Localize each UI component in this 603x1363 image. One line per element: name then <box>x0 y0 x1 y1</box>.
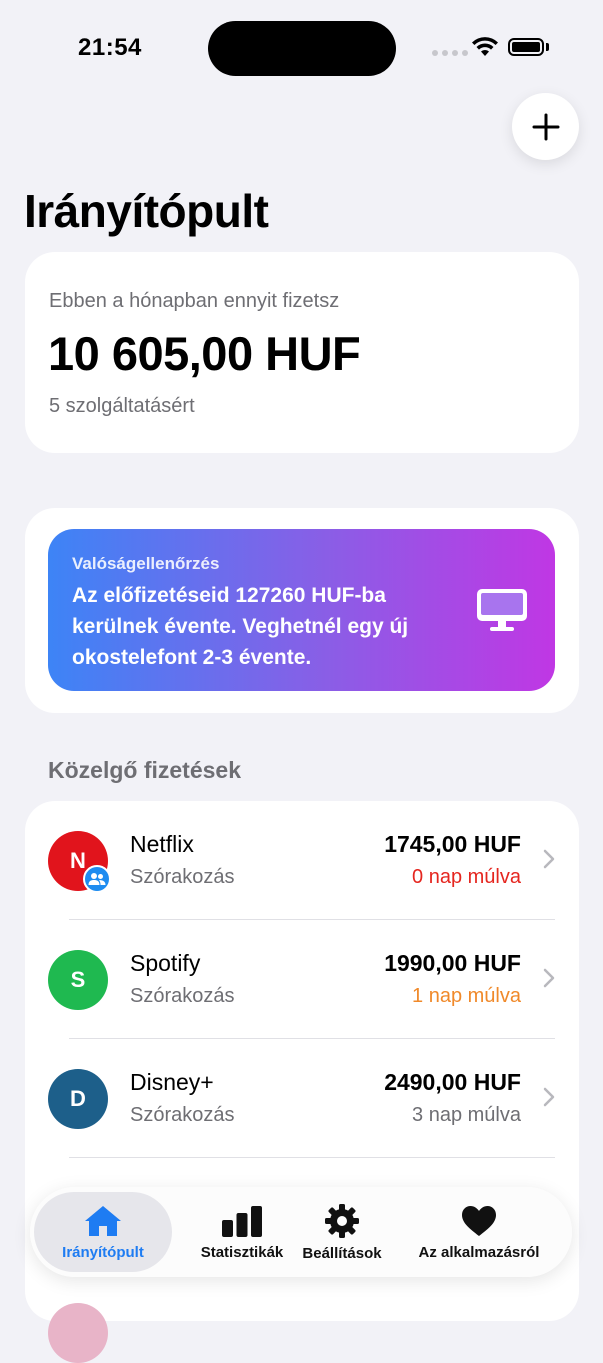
service-price: 1990,00 HUF <box>384 950 521 976</box>
list-item-spotify[interactable]: S Spotify Szórakozás 1990,00 HUF 1 nap m… <box>25 920 579 1039</box>
list-item-netflix[interactable]: N Netflix Szórakozás 1745,00 HUF 0 nap m… <box>25 801 579 920</box>
add-subscription-button[interactable] <box>512 93 579 160</box>
list-item-disney[interactable]: D Disney+ Szórakozás 2490,00 HUF 3 nap m… <box>25 1039 579 1158</box>
service-category: Szórakozás <box>130 985 235 1007</box>
tab-label: Statisztikák <box>200 1243 284 1261</box>
service-due: 1 nap múlva <box>412 985 521 1007</box>
battery-cap <box>546 43 549 51</box>
house-icon <box>85 1205 121 1236</box>
service-price: 1745,00 HUF <box>384 831 521 857</box>
tab-about[interactable]: Az alkalmazásról <box>412 1187 546 1277</box>
chevron-right-icon <box>543 849 555 869</box>
avatar: D <box>48 1069 108 1129</box>
heart-icon <box>462 1205 496 1236</box>
chevron-right-icon <box>543 1087 555 1107</box>
bar-chart-icon <box>222 1205 262 1237</box>
gear-icon <box>325 1203 359 1238</box>
service-due: 3 nap múlva <box>412 1104 521 1126</box>
tab-bar: Irányítópult Statisztikák Beállítások Az… <box>30 1187 572 1277</box>
service-name: Spotify <box>130 950 201 976</box>
wifi-icon <box>472 37 498 56</box>
dynamic-island <box>208 21 396 76</box>
tab-label: Az alkalmazásról <box>418 1243 540 1261</box>
monitor-icon <box>477 589 527 631</box>
service-category: Szórakozás <box>130 866 235 888</box>
tab-dashboard[interactable]: Irányítópult <box>34 1187 172 1277</box>
upcoming-payments-title: Közelgő fizetések <box>48 757 241 783</box>
tab-statistics[interactable]: Statisztikák <box>176 1187 308 1277</box>
signal-icon <box>432 50 468 56</box>
avatar <box>48 1303 108 1363</box>
plus-icon <box>532 113 559 140</box>
divider <box>69 1157 555 1158</box>
summary-count: 5 szolgáltatásért <box>49 395 195 417</box>
reality-check-card: Valóságellenőrzés Az előfizetéseid 12726… <box>25 508 579 713</box>
service-name: Netflix <box>130 831 194 857</box>
reality-check-text: Az előfizetéseid 127260 HUF-ba kerülnek … <box>72 584 409 669</box>
chevron-right-icon <box>543 968 555 988</box>
summary-label: Ebben a hónapban ennyit fizetsz <box>49 290 340 312</box>
tab-label: Irányítópult <box>62 1243 144 1261</box>
tab-settings[interactable]: Beállítások <box>296 1187 388 1277</box>
service-price: 2490,00 HUF <box>384 1069 521 1095</box>
battery-icon <box>508 38 544 56</box>
page-title: Irányítópult <box>24 185 269 237</box>
tab-label: Beállítások <box>302 1244 382 1262</box>
status-time: 21:54 <box>78 34 142 61</box>
service-due: 0 nap múlva <box>412 866 521 888</box>
shared-users-icon <box>83 865 111 893</box>
summary-amount: 10 605,00 HUF <box>48 327 361 380</box>
service-name: Disney+ <box>130 1069 214 1095</box>
service-category: Szórakozás <box>130 1104 235 1126</box>
status-bar: 21:54 <box>0 0 603 96</box>
reality-check-title: Valóságellenőrzés <box>72 554 220 573</box>
monthly-summary-card: Ebben a hónapban ennyit fizetsz 10 605,0… <box>25 252 579 453</box>
avatar: S <box>48 950 108 1010</box>
reality-check-banner: Valóságellenőrzés Az előfizetéseid 12726… <box>48 529 555 691</box>
